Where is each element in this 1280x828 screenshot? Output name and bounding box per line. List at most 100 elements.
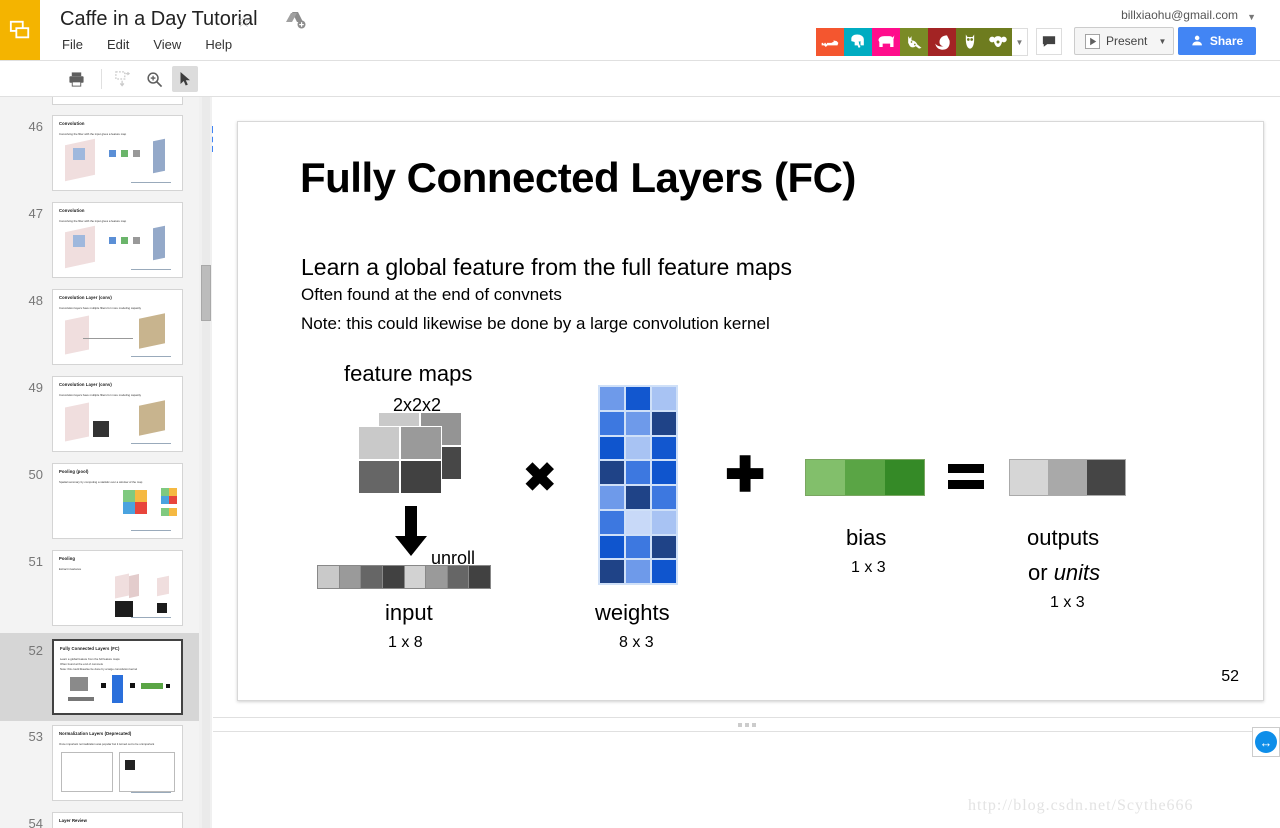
feature-maps-label: feature maps <box>344 361 473 386</box>
select-cursor-button[interactable] <box>172 66 198 92</box>
fm-cell <box>358 460 400 494</box>
bias-label: bias <box>846 525 887 550</box>
fit-layout-button[interactable] <box>110 66 136 92</box>
drag-handle-dots-icon <box>737 722 756 727</box>
thumb-title: Convolution <box>59 208 85 213</box>
slide-canvas-area[interactable]: Fully Connected Layers (FC) Learn a glob… <box>213 97 1280 717</box>
w-cell <box>599 460 625 485</box>
w-cell <box>651 435 677 461</box>
scrollbar-track[interactable] <box>202 97 210 828</box>
thumb-subtitle: Convolution layers have multiple filters… <box>59 393 142 397</box>
slide-thumbnail-row-49[interactable]: 49 Convolution Layer (conv) Convolution … <box>0 376 205 452</box>
toolbar: View only ▼ ▲ <box>0 60 1280 152</box>
person-add-icon <box>1192 35 1202 46</box>
input-cell <box>469 566 490 588</box>
menu-item-edit[interactable]: Edit <box>105 36 131 53</box>
slide-thumbnail-53[interactable]: Normalization Layers (Deprecated) Once i… <box>52 725 183 801</box>
w-cell <box>599 435 625 461</box>
slide-thumbnail-50[interactable]: Pooling (pool) Spatial summary by comput… <box>52 463 183 539</box>
chevron-down-icon[interactable]: ▼ <box>1247 12 1256 22</box>
w-cell <box>625 485 651 510</box>
zoom-button[interactable] <box>141 66 167 92</box>
slide-title: Fully Connected Layers (FC) <box>300 154 856 201</box>
teamviewer-overlay-button[interactable]: ↔ <box>1252 727 1280 757</box>
print-icon <box>68 71 84 87</box>
crocodile-avatar[interactable] <box>816 28 844 56</box>
input-vector <box>317 565 491 589</box>
w-cell <box>651 460 677 485</box>
slide-thumbnail-row-54[interactable]: 54 Layer Review <box>0 812 205 828</box>
slide-thumbnail-row-52[interactable]: 52 Fully Connected Layers (FC) Learn a g… <box>0 633 205 721</box>
weights-matrix <box>598 385 678 585</box>
w-cell <box>625 460 651 485</box>
app-header: Caffe in a Day Tutorial ☆ File Edit View… <box>0 0 1280 60</box>
bias-dims: 1 x 3 <box>851 559 886 576</box>
w-cell <box>651 559 677 584</box>
comment-icon <box>1042 36 1056 47</box>
slide-thumbnail-row-46[interactable]: 46 Convolution Convolving the filter wit… <box>0 115 205 191</box>
input-cell <box>318 566 340 588</box>
present-button[interactable]: Present <box>1074 27 1159 55</box>
elephant-avatar[interactable] <box>844 28 872 56</box>
slide-number: 49 <box>28 380 43 395</box>
present-options-caret[interactable]: ▼ <box>1152 27 1174 55</box>
w-cell <box>599 485 625 510</box>
thumb-subtitle: Learn a global feature from the full fea… <box>60 657 120 661</box>
unroll-arrow-icon <box>395 506 427 556</box>
thumb-title: Pooling <box>59 556 76 561</box>
drive-upload-icon[interactable] <box>286 11 306 29</box>
output-cell <box>1010 460 1049 495</box>
share-button[interactable]: Share <box>1178 27 1256 55</box>
slide-thumbnail-row-53[interactable]: 53 Normalization Layers (Deprecated) Onc… <box>0 725 205 801</box>
slide-number: 48 <box>28 293 43 308</box>
output-cell <box>1086 460 1125 495</box>
sidebar-scrollbar[interactable] <box>199 97 212 828</box>
slide-thumbnail-row[interactable] <box>0 97 205 105</box>
slide-thumbnail-52[interactable]: Fully Connected Layers (FC) Learn a glob… <box>52 639 183 715</box>
collaborators-overflow-caret[interactable]: ▼ <box>1012 28 1028 56</box>
slide-thumbnail-row-48[interactable]: 48 Convolution Layer (conv) Convolution … <box>0 289 205 365</box>
slide-number: 54 <box>28 816 43 828</box>
slide-body-line-2: Often found at the end of convnets <box>301 285 562 304</box>
w-cell <box>625 534 651 560</box>
bird-avatar[interactable] <box>928 28 956 56</box>
notes-panel-resize-handle[interactable] <box>213 717 1280 731</box>
current-slide[interactable]: Fully Connected Layers (FC) Learn a glob… <box>237 121 1264 701</box>
menu-item-help[interactable]: Help <box>203 36 234 53</box>
slide-thumbnail-46[interactable]: Convolution Convolving the filter with t… <box>52 115 183 191</box>
user-email[interactable]: billxiaohu@gmail.com <box>1121 8 1238 22</box>
w-cell <box>625 509 651 535</box>
rhino-avatar[interactable] <box>872 28 900 56</box>
owl-avatar[interactable] <box>956 28 984 56</box>
koala-avatar[interactable] <box>984 28 1012 56</box>
slide-thumbnail-54[interactable]: Layer Review <box>52 812 183 828</box>
slide-thumbnail-panel[interactable]: 46 Convolution Convolving the filter wit… <box>0 97 206 828</box>
slide-thumbnail-47[interactable]: Convolution Convolving the filter with t… <box>52 202 183 278</box>
thumb-title: Convolution Layer (conv) <box>59 382 112 387</box>
slides-logo[interactable] <box>0 0 40 60</box>
scrollbar-thumb[interactable] <box>201 265 211 321</box>
outputs-dims: 1 x 3 <box>1050 594 1085 611</box>
leopard-avatar[interactable] <box>900 28 928 56</box>
slide-thumbnail-row-51[interactable]: 51 Pooling Extract invariance <box>0 550 205 626</box>
star-outline-icon[interactable]: ☆ <box>236 12 251 32</box>
thumb-title: Convolution Layer (conv) <box>59 295 112 300</box>
slide-thumbnail-51[interactable]: Pooling Extract invariance <box>52 550 183 626</box>
slide-thumbnail[interactable] <box>52 97 183 105</box>
slide-page-number: 52 <box>1221 668 1239 685</box>
slide-thumbnail-49[interactable]: Convolution Layer (conv) Convolution lay… <box>52 376 183 452</box>
page-title[interactable]: Caffe in a Day Tutorial <box>60 8 258 31</box>
slide-thumbnail-row-47[interactable]: 47 Convolution Convolving the filter wit… <box>0 202 205 278</box>
menu-item-view[interactable]: View <box>151 36 183 53</box>
weights-dims: 8 x 3 <box>619 634 654 651</box>
feature-maps-cubes <box>358 412 462 500</box>
w-cell <box>599 386 625 411</box>
slide-thumbnail-row-50[interactable]: 50 Pooling (pool) Spatial summary by com… <box>0 463 205 539</box>
fm-cell <box>400 460 442 494</box>
comment-button[interactable] <box>1036 28 1062 55</box>
input-cell <box>426 566 448 588</box>
w-cell <box>651 509 677 535</box>
menu-item-file[interactable]: File <box>60 36 85 53</box>
print-button[interactable] <box>63 66 89 92</box>
slide-thumbnail-48[interactable]: Convolution Layer (conv) Convolution lay… <box>52 289 183 365</box>
